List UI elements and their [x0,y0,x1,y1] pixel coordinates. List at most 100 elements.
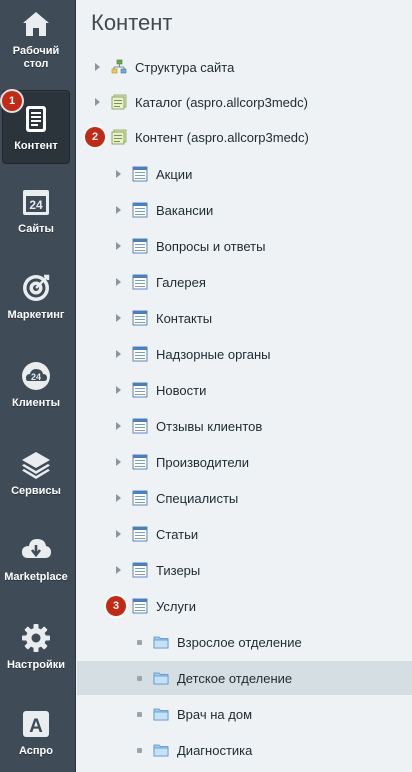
expand-arrow-icon[interactable] [116,170,121,178]
iblock-icon [132,526,148,542]
step-badge: 3 [106,596,126,616]
sidebar-item-label: Клиенты [11,397,60,409]
svg-text:A: A [29,716,43,737]
tree-item-label: Производители [156,454,250,470]
folder-icon [153,672,169,685]
tree-item-section[interactable]: Врач на дом [77,697,412,731]
tree-item-label: Детское отделение [177,670,293,686]
step-badge: 2 [85,127,105,147]
tree-item-iblock[interactable]: Акции [77,157,412,191]
tree-item-content-type[interactable]: Контент (aspro.allcorp3medc) [77,120,412,154]
tree-item-label: Вакансии [156,202,214,218]
expand-arrow-icon[interactable] [116,206,121,214]
tree-item-services-iblock[interactable]: Услуги [77,589,412,623]
iblock-icon [132,166,148,182]
expand-arrow-icon[interactable] [116,278,121,286]
tree-item-label: Контент (aspro.allcorp3medc) [135,129,309,145]
left-sidebar: Рабочий стол Контент 24 Сайты Маркетинг [0,0,76,772]
bullet-icon [137,640,142,645]
iblock-icon [132,274,148,290]
tree-item-label: Услуги [156,598,196,614]
sidebar-item-clients[interactable]: 24 Клиенты [2,360,70,420]
tree-item-label: Акции [156,166,193,182]
sidebar-item-services[interactable]: Сервисы [2,448,70,508]
folder-icon [153,708,169,721]
cloud-download-icon [22,539,51,558]
tree-item-label: Структура сайта [135,59,235,75]
tree-item-iblock[interactable]: Статьи [77,517,412,551]
tree-item-iblock[interactable]: Галерея [77,265,412,299]
tree-item-site-structure[interactable]: Структура сайта [77,50,412,84]
folder-icon [153,744,169,757]
cloud-24-icon: 24 [22,362,50,390]
tree-item-section[interactable]: Диагностика [77,733,412,767]
iblock-icon [132,238,148,254]
step-badge: 1 [2,91,22,111]
expand-arrow-icon[interactable] [116,242,121,250]
home-icon [23,12,49,36]
sidebar-item-sites[interactable]: 24 Сайты [2,186,70,246]
tree-item-iblock[interactable]: Тизеры [77,553,412,587]
calendar-24-icon: 24 [23,190,49,215]
expand-arrow-icon[interactable] [116,386,121,394]
tree-item-iblock[interactable]: Надзорные органы [77,337,412,371]
tree-item-iblock[interactable]: Контакты [77,301,412,335]
sidebar-item-label: Сайты [18,223,54,235]
tree-item-label: Новости [156,382,207,398]
layers-icon [22,452,50,479]
tree-item-iblock[interactable]: Новости [77,373,412,407]
expand-arrow-icon[interactable] [95,98,100,106]
tree-item-iblock[interactable]: Отзывы клиентов [77,409,412,443]
tree-item-label: Взрослое отделение [177,634,302,650]
sidebar-item-label: Рабочий стол [12,45,60,70]
expand-arrow-icon[interactable] [116,458,121,466]
tree-item-label: Каталог (aspro.allcorp3medc) [135,94,308,110]
expand-arrow-icon[interactable] [116,566,121,574]
tree-item-label: Специалисты [156,490,239,506]
sidebar-item-label: Настройки [6,659,66,671]
iblock-icon [132,454,148,470]
tree-item-label: Отзывы клиентов [156,418,263,434]
iblock-type-icon [111,129,127,145]
expand-arrow-icon[interactable] [116,422,121,430]
tree-item-label: Тизеры [156,562,201,578]
bullet-icon [137,676,142,681]
tree-item-catalog[interactable]: Каталог (aspro.allcorp3medc) [77,85,412,119]
target-icon [23,274,50,301]
iblock-icon [132,562,148,578]
tree-item-label: Галерея [156,274,206,290]
sidebar-item-desktop[interactable]: Рабочий стол [2,8,70,80]
tree-item-label: Вопросы и ответы [156,238,266,254]
expand-arrow-icon[interactable] [116,530,121,538]
tree-item-iblock[interactable]: Специалисты [77,481,412,515]
tree-item-section[interactable]: Взрослое отделение [77,625,412,659]
tree-item-label: Врач на дом [177,706,253,722]
sidebar-item-aspro[interactable]: A Аспро [2,708,70,768]
tree-item-iblock[interactable]: Вопросы и ответы [77,229,412,263]
iblock-icon [132,202,148,218]
tree-item-iblock[interactable]: Вакансии [77,193,412,227]
iblock-icon [132,382,148,398]
sidebar-item-settings[interactable]: Настройки [2,622,70,682]
sidebar-item-label: Контент [14,140,58,152]
iblock-icon [132,346,148,362]
sidebar-item-marketing[interactable]: Маркетинг [2,272,70,332]
tree-item-iblock[interactable]: Производители [77,445,412,479]
tree-item-section-selected[interactable]: Детское отделение [77,661,412,695]
site-structure-icon [111,59,127,74]
expand-arrow-icon[interactable] [116,314,121,322]
expand-arrow-icon[interactable] [116,350,121,358]
expand-arrow-icon[interactable] [95,63,100,71]
expand-arrow-icon[interactable] [116,494,121,502]
sidebar-item-label: Сервисы [11,485,61,497]
document-icon [26,106,46,132]
sidebar-item-marketplace[interactable]: Marketplace [2,534,70,594]
gear-icon [22,624,50,652]
bullet-icon [137,748,142,753]
folder-icon [153,636,169,649]
bullet-icon [137,712,142,717]
tree-item-label: Контакты [156,310,213,326]
iblock-icon [132,490,148,506]
svg-text:24: 24 [31,372,41,382]
tree-item-label: Статьи [156,526,199,542]
